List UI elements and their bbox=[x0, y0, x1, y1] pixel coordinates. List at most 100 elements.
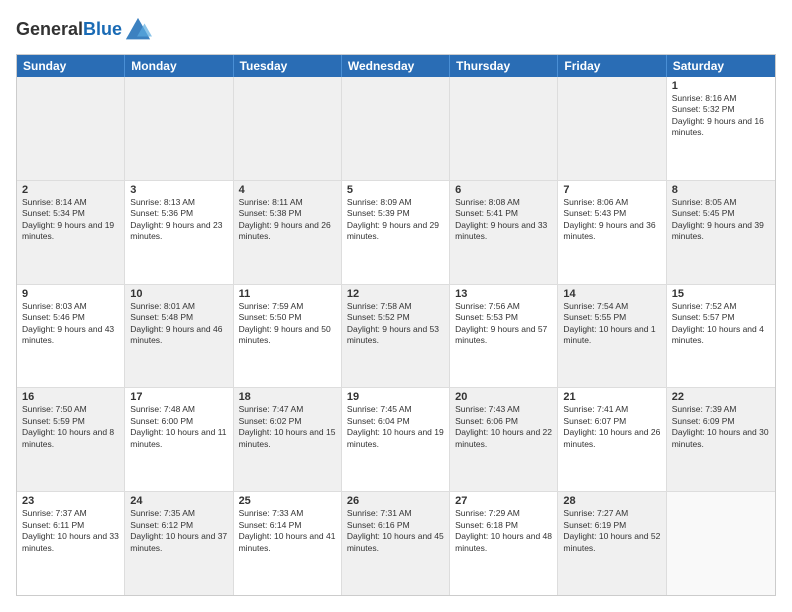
day-number: 14 bbox=[563, 288, 660, 300]
day-number: 16 bbox=[22, 391, 119, 403]
calendar-row: 23Sunrise: 7:37 AM Sunset: 6:11 PM Dayli… bbox=[17, 492, 775, 595]
day-number: 21 bbox=[563, 391, 660, 403]
header: GeneralBlue bbox=[16, 16, 776, 44]
day-detail: Sunrise: 8:03 AM Sunset: 5:46 PM Dayligh… bbox=[22, 301, 119, 347]
day-number: 3 bbox=[130, 184, 227, 196]
calendar-cell: 8Sunrise: 8:05 AM Sunset: 5:45 PM Daylig… bbox=[667, 181, 775, 284]
day-detail: Sunrise: 7:56 AM Sunset: 5:53 PM Dayligh… bbox=[455, 301, 552, 347]
logo-text: GeneralBlue bbox=[16, 20, 122, 40]
day-detail: Sunrise: 8:05 AM Sunset: 5:45 PM Dayligh… bbox=[672, 197, 770, 243]
day-number: 23 bbox=[22, 495, 119, 507]
day-detail: Sunrise: 7:33 AM Sunset: 6:14 PM Dayligh… bbox=[239, 508, 336, 554]
weekday-header: Friday bbox=[558, 55, 666, 77]
day-number: 20 bbox=[455, 391, 552, 403]
calendar-cell: 20Sunrise: 7:43 AM Sunset: 6:06 PM Dayli… bbox=[450, 388, 558, 491]
calendar-row: 1Sunrise: 8:16 AM Sunset: 5:32 PM Daylig… bbox=[17, 77, 775, 181]
calendar-cell bbox=[17, 77, 125, 180]
calendar-cell: 27Sunrise: 7:29 AM Sunset: 6:18 PM Dayli… bbox=[450, 492, 558, 595]
calendar-cell: 28Sunrise: 7:27 AM Sunset: 6:19 PM Dayli… bbox=[558, 492, 666, 595]
calendar-cell: 1Sunrise: 8:16 AM Sunset: 5:32 PM Daylig… bbox=[667, 77, 775, 180]
calendar-cell bbox=[125, 77, 233, 180]
calendar: SundayMondayTuesdayWednesdayThursdayFrid… bbox=[16, 54, 776, 596]
calendar-cell: 26Sunrise: 7:31 AM Sunset: 6:16 PM Dayli… bbox=[342, 492, 450, 595]
day-detail: Sunrise: 7:58 AM Sunset: 5:52 PM Dayligh… bbox=[347, 301, 444, 347]
weekday-header: Thursday bbox=[450, 55, 558, 77]
day-number: 12 bbox=[347, 288, 444, 300]
day-number: 25 bbox=[239, 495, 336, 507]
weekday-header: Tuesday bbox=[234, 55, 342, 77]
day-detail: Sunrise: 8:01 AM Sunset: 5:48 PM Dayligh… bbox=[130, 301, 227, 347]
day-detail: Sunrise: 8:08 AM Sunset: 5:41 PM Dayligh… bbox=[455, 197, 552, 243]
day-detail: Sunrise: 7:45 AM Sunset: 6:04 PM Dayligh… bbox=[347, 404, 444, 450]
calendar-cell: 7Sunrise: 8:06 AM Sunset: 5:43 PM Daylig… bbox=[558, 181, 666, 284]
day-detail: Sunrise: 7:47 AM Sunset: 6:02 PM Dayligh… bbox=[239, 404, 336, 450]
day-detail: Sunrise: 7:31 AM Sunset: 6:16 PM Dayligh… bbox=[347, 508, 444, 554]
calendar-cell: 9Sunrise: 8:03 AM Sunset: 5:46 PM Daylig… bbox=[17, 285, 125, 388]
day-number: 8 bbox=[672, 184, 770, 196]
day-detail: Sunrise: 7:50 AM Sunset: 5:59 PM Dayligh… bbox=[22, 404, 119, 450]
calendar-cell: 11Sunrise: 7:59 AM Sunset: 5:50 PM Dayli… bbox=[234, 285, 342, 388]
page: GeneralBlue SundayMondayTuesdayWednesday… bbox=[0, 0, 792, 612]
day-detail: Sunrise: 7:52 AM Sunset: 5:57 PM Dayligh… bbox=[672, 301, 770, 347]
calendar-cell: 22Sunrise: 7:39 AM Sunset: 6:09 PM Dayli… bbox=[667, 388, 775, 491]
day-number: 24 bbox=[130, 495, 227, 507]
day-number: 6 bbox=[455, 184, 552, 196]
day-number: 26 bbox=[347, 495, 444, 507]
weekday-header: Monday bbox=[125, 55, 233, 77]
calendar-row: 9Sunrise: 8:03 AM Sunset: 5:46 PM Daylig… bbox=[17, 285, 775, 389]
calendar-cell: 6Sunrise: 8:08 AM Sunset: 5:41 PM Daylig… bbox=[450, 181, 558, 284]
day-number: 27 bbox=[455, 495, 552, 507]
calendar-cell bbox=[667, 492, 775, 595]
day-detail: Sunrise: 7:35 AM Sunset: 6:12 PM Dayligh… bbox=[130, 508, 227, 554]
day-detail: Sunrise: 7:43 AM Sunset: 6:06 PM Dayligh… bbox=[455, 404, 552, 450]
day-detail: Sunrise: 7:37 AM Sunset: 6:11 PM Dayligh… bbox=[22, 508, 119, 554]
calendar-cell bbox=[450, 77, 558, 180]
day-detail: Sunrise: 7:29 AM Sunset: 6:18 PM Dayligh… bbox=[455, 508, 552, 554]
weekday-header: Sunday bbox=[17, 55, 125, 77]
day-detail: Sunrise: 8:06 AM Sunset: 5:43 PM Dayligh… bbox=[563, 197, 660, 243]
calendar-header: SundayMondayTuesdayWednesdayThursdayFrid… bbox=[17, 55, 775, 77]
day-number: 9 bbox=[22, 288, 119, 300]
calendar-cell: 12Sunrise: 7:58 AM Sunset: 5:52 PM Dayli… bbox=[342, 285, 450, 388]
calendar-row: 2Sunrise: 8:14 AM Sunset: 5:34 PM Daylig… bbox=[17, 181, 775, 285]
day-detail: Sunrise: 8:14 AM Sunset: 5:34 PM Dayligh… bbox=[22, 197, 119, 243]
calendar-cell: 17Sunrise: 7:48 AM Sunset: 6:00 PM Dayli… bbox=[125, 388, 233, 491]
day-detail: Sunrise: 7:59 AM Sunset: 5:50 PM Dayligh… bbox=[239, 301, 336, 347]
day-detail: Sunrise: 7:39 AM Sunset: 6:09 PM Dayligh… bbox=[672, 404, 770, 450]
day-number: 7 bbox=[563, 184, 660, 196]
day-number: 15 bbox=[672, 288, 770, 300]
calendar-cell: 14Sunrise: 7:54 AM Sunset: 5:55 PM Dayli… bbox=[558, 285, 666, 388]
day-number: 28 bbox=[563, 495, 660, 507]
day-number: 4 bbox=[239, 184, 336, 196]
calendar-cell: 3Sunrise: 8:13 AM Sunset: 5:36 PM Daylig… bbox=[125, 181, 233, 284]
day-number: 10 bbox=[130, 288, 227, 300]
calendar-cell: 5Sunrise: 8:09 AM Sunset: 5:39 PM Daylig… bbox=[342, 181, 450, 284]
day-number: 17 bbox=[130, 391, 227, 403]
calendar-body: 1Sunrise: 8:16 AM Sunset: 5:32 PM Daylig… bbox=[17, 77, 775, 595]
day-detail: Sunrise: 7:41 AM Sunset: 6:07 PM Dayligh… bbox=[563, 404, 660, 450]
day-detail: Sunrise: 8:11 AM Sunset: 5:38 PM Dayligh… bbox=[239, 197, 336, 243]
calendar-cell: 2Sunrise: 8:14 AM Sunset: 5:34 PM Daylig… bbox=[17, 181, 125, 284]
calendar-cell bbox=[342, 77, 450, 180]
day-detail: Sunrise: 8:09 AM Sunset: 5:39 PM Dayligh… bbox=[347, 197, 444, 243]
calendar-row: 16Sunrise: 7:50 AM Sunset: 5:59 PM Dayli… bbox=[17, 388, 775, 492]
day-number: 22 bbox=[672, 391, 770, 403]
calendar-cell: 24Sunrise: 7:35 AM Sunset: 6:12 PM Dayli… bbox=[125, 492, 233, 595]
day-number: 2 bbox=[22, 184, 119, 196]
calendar-cell: 15Sunrise: 7:52 AM Sunset: 5:57 PM Dayli… bbox=[667, 285, 775, 388]
calendar-cell: 23Sunrise: 7:37 AM Sunset: 6:11 PM Dayli… bbox=[17, 492, 125, 595]
day-detail: Sunrise: 7:48 AM Sunset: 6:00 PM Dayligh… bbox=[130, 404, 227, 450]
calendar-cell bbox=[558, 77, 666, 180]
day-detail: Sunrise: 7:27 AM Sunset: 6:19 PM Dayligh… bbox=[563, 508, 660, 554]
calendar-cell: 21Sunrise: 7:41 AM Sunset: 6:07 PM Dayli… bbox=[558, 388, 666, 491]
day-number: 19 bbox=[347, 391, 444, 403]
day-detail: Sunrise: 7:54 AM Sunset: 5:55 PM Dayligh… bbox=[563, 301, 660, 347]
day-detail: Sunrise: 8:13 AM Sunset: 5:36 PM Dayligh… bbox=[130, 197, 227, 243]
day-number: 1 bbox=[672, 80, 770, 92]
calendar-cell: 10Sunrise: 8:01 AM Sunset: 5:48 PM Dayli… bbox=[125, 285, 233, 388]
calendar-cell: 13Sunrise: 7:56 AM Sunset: 5:53 PM Dayli… bbox=[450, 285, 558, 388]
calendar-cell: 19Sunrise: 7:45 AM Sunset: 6:04 PM Dayli… bbox=[342, 388, 450, 491]
weekday-header: Wednesday bbox=[342, 55, 450, 77]
day-number: 18 bbox=[239, 391, 336, 403]
day-number: 11 bbox=[239, 288, 336, 300]
